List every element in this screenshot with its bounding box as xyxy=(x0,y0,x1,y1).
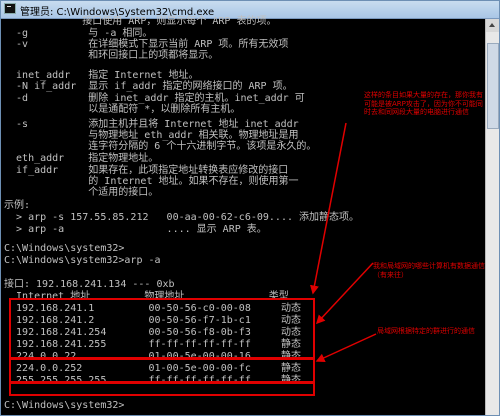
console-line: 和环回接口上的项都将显示。 xyxy=(4,50,219,61)
console-line: 以是通配符 *，以删除所有主机。 xyxy=(4,104,241,115)
console-line: -N if_addr 显示 if_addr 指定的网络接口的 ARP 项。 xyxy=(4,81,293,92)
console-line: C:\Windows\system32> xyxy=(4,243,125,254)
annotation-arp-attack-note: 这样的条目如果大量的存在，那你我有可能是被ARP攻击了，因为你不可能同时去和同网… xyxy=(364,91,483,116)
console-line: 的 Internet 地址。如果不存在，则使用第一 xyxy=(4,176,299,187)
console-line: > arp -a .... 显示 ARP 表。 xyxy=(4,224,267,235)
console-line: inet_addr 指定 Internet 地址。 xyxy=(4,70,199,81)
command-prompt[interactable]: C:\Windows\system32> xyxy=(4,400,124,411)
annotation-group-communication-note: 局域网根据特定的群进行的通信 xyxy=(377,327,475,335)
console-line: 个适用的接口。 xyxy=(4,187,159,198)
vertical-scrollbar[interactable] xyxy=(485,19,499,415)
broadcast-entry-highlight-box xyxy=(9,382,315,396)
console-line: eth_addr 指定物理地址。 xyxy=(4,153,159,164)
console-line: -s 添加主机并且将 Internet 地址 inet_addr xyxy=(4,119,299,130)
console-line: if_addr 如果存在，此项指定地址转换表应修改的接口 xyxy=(4,165,289,176)
scroll-up-arrow-icon[interactable] xyxy=(486,19,499,32)
multicast-entries-highlight-box xyxy=(9,358,315,383)
console-line: C:\Windows\system32>arp -a xyxy=(4,255,161,266)
dynamic-entries-highlight-box xyxy=(9,298,315,359)
console-line: 示例: xyxy=(4,200,31,211)
console-line: 接口使用 ARP，则显示每个 ARP 表的项。 xyxy=(4,16,277,27)
cmd-app-icon xyxy=(4,3,16,14)
console-line: -g 与 -a 相同。 xyxy=(4,28,153,39)
cmd-window: 管理员: C:\Windows\System32\cmd.exe 接口使用 AR… xyxy=(0,0,500,416)
console-line: > arp -s 157.55.85.212 00-aa-00-62-c6-09… xyxy=(4,212,360,223)
console-line: 连字符分隔的 6 个十六进制字节。该项是永久的。 xyxy=(4,141,317,152)
scroll-thumb[interactable] xyxy=(487,43,499,129)
console-line: 接口: 192.168.241.134 --- 0xb xyxy=(4,279,175,290)
console-line: -d 删除 inet_addr 指定的主机。inet_addr 可 xyxy=(4,93,305,104)
annotation-lan-communication-note: 我和局域网的哪些计算机有数据通信（有来往） xyxy=(373,262,485,279)
console-line: 与物理地址 eth_addr 相关联。物理地址是用 xyxy=(4,130,299,141)
console-line: -v 在详细模式下显示当前 ARP 项。所有无效项 xyxy=(4,39,289,50)
